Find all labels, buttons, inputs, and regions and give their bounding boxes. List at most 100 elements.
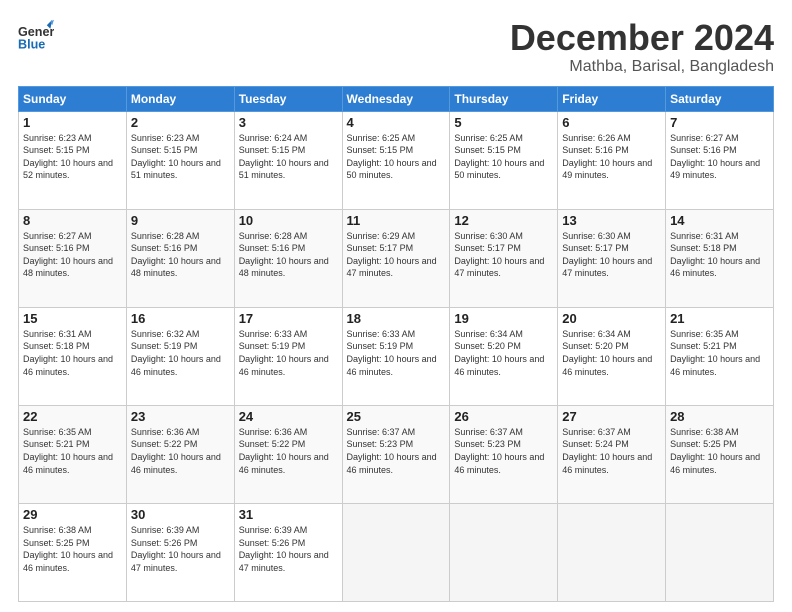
week-row-1: 1 Sunrise: 6:23 AM Sunset: 5:15 PM Dayli… <box>19 111 774 209</box>
week-row-3: 15 Sunrise: 6:31 AM Sunset: 5:18 PM Dayl… <box>19 307 774 405</box>
cell-info: Sunrise: 6:35 AM Sunset: 5:21 PM Dayligh… <box>670 328 769 378</box>
day-number: 14 <box>670 213 769 228</box>
day-number: 25 <box>347 409 446 424</box>
day-number: 27 <box>562 409 661 424</box>
calendar-cell: 21 Sunrise: 6:35 AM Sunset: 5:21 PM Dayl… <box>666 307 774 405</box>
calendar-cell: 7 Sunrise: 6:27 AM Sunset: 5:16 PM Dayli… <box>666 111 774 209</box>
cell-info: Sunrise: 6:24 AM Sunset: 5:15 PM Dayligh… <box>239 132 338 182</box>
col-sunday: Sunday <box>19 86 127 111</box>
cell-info: Sunrise: 6:23 AM Sunset: 5:15 PM Dayligh… <box>23 132 122 182</box>
location: Mathba, Barisal, Bangladesh <box>510 58 774 76</box>
header: General Blue December 2024 Mathba, Baris… <box>18 18 774 76</box>
week-row-2: 8 Sunrise: 6:27 AM Sunset: 5:16 PM Dayli… <box>19 209 774 307</box>
cell-info: Sunrise: 6:23 AM Sunset: 5:15 PM Dayligh… <box>131 132 230 182</box>
cell-info: Sunrise: 6:36 AM Sunset: 5:22 PM Dayligh… <box>239 426 338 476</box>
day-number: 30 <box>131 507 230 522</box>
cell-info: Sunrise: 6:33 AM Sunset: 5:19 PM Dayligh… <box>239 328 338 378</box>
cell-info: Sunrise: 6:38 AM Sunset: 5:25 PM Dayligh… <box>670 426 769 476</box>
cell-info: Sunrise: 6:39 AM Sunset: 5:26 PM Dayligh… <box>239 524 338 574</box>
calendar-cell: 8 Sunrise: 6:27 AM Sunset: 5:16 PM Dayli… <box>19 209 127 307</box>
calendar-page: General Blue December 2024 Mathba, Baris… <box>0 0 792 612</box>
day-number: 24 <box>239 409 338 424</box>
calendar-table: Sunday Monday Tuesday Wednesday Thursday… <box>18 86 774 602</box>
cell-info: Sunrise: 6:30 AM Sunset: 5:17 PM Dayligh… <box>454 230 553 280</box>
col-monday: Monday <box>126 86 234 111</box>
calendar-cell: 10 Sunrise: 6:28 AM Sunset: 5:16 PM Dayl… <box>234 209 342 307</box>
cell-info: Sunrise: 6:27 AM Sunset: 5:16 PM Dayligh… <box>23 230 122 280</box>
calendar-cell: 27 Sunrise: 6:37 AM Sunset: 5:24 PM Dayl… <box>558 405 666 503</box>
day-number: 9 <box>131 213 230 228</box>
cell-info: Sunrise: 6:31 AM Sunset: 5:18 PM Dayligh… <box>670 230 769 280</box>
col-tuesday: Tuesday <box>234 86 342 111</box>
day-number: 31 <box>239 507 338 522</box>
calendar-cell: 16 Sunrise: 6:32 AM Sunset: 5:19 PM Dayl… <box>126 307 234 405</box>
calendar-cell: 5 Sunrise: 6:25 AM Sunset: 5:15 PM Dayli… <box>450 111 558 209</box>
calendar-cell: 17 Sunrise: 6:33 AM Sunset: 5:19 PM Dayl… <box>234 307 342 405</box>
day-number: 28 <box>670 409 769 424</box>
cell-info: Sunrise: 6:38 AM Sunset: 5:25 PM Dayligh… <box>23 524 122 574</box>
day-number: 12 <box>454 213 553 228</box>
cell-info: Sunrise: 6:25 AM Sunset: 5:15 PM Dayligh… <box>454 132 553 182</box>
calendar-cell <box>666 503 774 601</box>
day-number: 19 <box>454 311 553 326</box>
cell-info: Sunrise: 6:37 AM Sunset: 5:24 PM Dayligh… <box>562 426 661 476</box>
calendar-cell: 15 Sunrise: 6:31 AM Sunset: 5:18 PM Dayl… <box>19 307 127 405</box>
cell-info: Sunrise: 6:27 AM Sunset: 5:16 PM Dayligh… <box>670 132 769 182</box>
day-number: 15 <box>23 311 122 326</box>
calendar-cell: 18 Sunrise: 6:33 AM Sunset: 5:19 PM Dayl… <box>342 307 450 405</box>
calendar-cell <box>558 503 666 601</box>
day-number: 26 <box>454 409 553 424</box>
week-row-5: 29 Sunrise: 6:38 AM Sunset: 5:25 PM Dayl… <box>19 503 774 601</box>
day-number: 5 <box>454 115 553 130</box>
cell-info: Sunrise: 6:28 AM Sunset: 5:16 PM Dayligh… <box>131 230 230 280</box>
calendar-cell: 19 Sunrise: 6:34 AM Sunset: 5:20 PM Dayl… <box>450 307 558 405</box>
col-saturday: Saturday <box>666 86 774 111</box>
month-title: December 2024 <box>510 18 774 58</box>
calendar-cell: 23 Sunrise: 6:36 AM Sunset: 5:22 PM Dayl… <box>126 405 234 503</box>
title-area: December 2024 Mathba, Barisal, Banglades… <box>510 18 774 76</box>
logo-icon: General Blue <box>18 18 54 54</box>
cell-info: Sunrise: 6:31 AM Sunset: 5:18 PM Dayligh… <box>23 328 122 378</box>
col-friday: Friday <box>558 86 666 111</box>
calendar-cell: 2 Sunrise: 6:23 AM Sunset: 5:15 PM Dayli… <box>126 111 234 209</box>
calendar-cell: 29 Sunrise: 6:38 AM Sunset: 5:25 PM Dayl… <box>19 503 127 601</box>
day-number: 11 <box>347 213 446 228</box>
col-wednesday: Wednesday <box>342 86 450 111</box>
day-number: 23 <box>131 409 230 424</box>
calendar-cell: 6 Sunrise: 6:26 AM Sunset: 5:16 PM Dayli… <box>558 111 666 209</box>
day-number: 3 <box>239 115 338 130</box>
day-number: 20 <box>562 311 661 326</box>
calendar-cell: 11 Sunrise: 6:29 AM Sunset: 5:17 PM Dayl… <box>342 209 450 307</box>
cell-info: Sunrise: 6:25 AM Sunset: 5:15 PM Dayligh… <box>347 132 446 182</box>
day-number: 22 <box>23 409 122 424</box>
day-number: 29 <box>23 507 122 522</box>
cell-info: Sunrise: 6:28 AM Sunset: 5:16 PM Dayligh… <box>239 230 338 280</box>
calendar-cell: 3 Sunrise: 6:24 AM Sunset: 5:15 PM Dayli… <box>234 111 342 209</box>
cell-info: Sunrise: 6:30 AM Sunset: 5:17 PM Dayligh… <box>562 230 661 280</box>
calendar-cell: 13 Sunrise: 6:30 AM Sunset: 5:17 PM Dayl… <box>558 209 666 307</box>
calendar-cell: 24 Sunrise: 6:36 AM Sunset: 5:22 PM Dayl… <box>234 405 342 503</box>
logo: General Blue <box>18 18 54 54</box>
day-number: 4 <box>347 115 446 130</box>
cell-info: Sunrise: 6:32 AM Sunset: 5:19 PM Dayligh… <box>131 328 230 378</box>
svg-text:Blue: Blue <box>18 38 45 52</box>
cell-info: Sunrise: 6:36 AM Sunset: 5:22 PM Dayligh… <box>131 426 230 476</box>
col-thursday: Thursday <box>450 86 558 111</box>
calendar-cell: 4 Sunrise: 6:25 AM Sunset: 5:15 PM Dayli… <box>342 111 450 209</box>
calendar-cell: 31 Sunrise: 6:39 AM Sunset: 5:26 PM Dayl… <box>234 503 342 601</box>
day-number: 16 <box>131 311 230 326</box>
cell-info: Sunrise: 6:37 AM Sunset: 5:23 PM Dayligh… <box>454 426 553 476</box>
day-number: 7 <box>670 115 769 130</box>
calendar-cell: 28 Sunrise: 6:38 AM Sunset: 5:25 PM Dayl… <box>666 405 774 503</box>
day-number: 17 <box>239 311 338 326</box>
calendar-cell: 20 Sunrise: 6:34 AM Sunset: 5:20 PM Dayl… <box>558 307 666 405</box>
calendar-cell: 14 Sunrise: 6:31 AM Sunset: 5:18 PM Dayl… <box>666 209 774 307</box>
calendar-cell: 22 Sunrise: 6:35 AM Sunset: 5:21 PM Dayl… <box>19 405 127 503</box>
cell-info: Sunrise: 6:39 AM Sunset: 5:26 PM Dayligh… <box>131 524 230 574</box>
calendar-cell: 26 Sunrise: 6:37 AM Sunset: 5:23 PM Dayl… <box>450 405 558 503</box>
calendar-cell: 9 Sunrise: 6:28 AM Sunset: 5:16 PM Dayli… <box>126 209 234 307</box>
day-number: 13 <box>562 213 661 228</box>
calendar-cell: 30 Sunrise: 6:39 AM Sunset: 5:26 PM Dayl… <box>126 503 234 601</box>
calendar-cell <box>450 503 558 601</box>
calendar-cell: 12 Sunrise: 6:30 AM Sunset: 5:17 PM Dayl… <box>450 209 558 307</box>
